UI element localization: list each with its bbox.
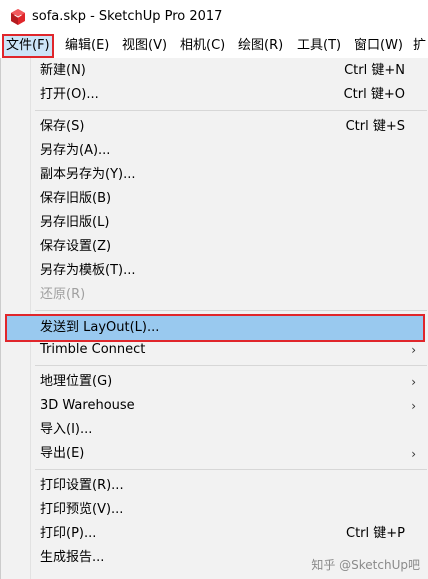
menu-item-label: 打印(P)... [40, 526, 97, 541]
menu-item-trimble-connect[interactable]: Trimble Connect › [1, 338, 428, 362]
menu-edit[interactable]: 编辑(E) [65, 34, 109, 58]
menu-item-revert: 还原(R) [1, 283, 428, 307]
chevron-right-icon: › [411, 375, 416, 389]
menu-draw[interactable]: 绘图(R) [238, 34, 283, 58]
chevron-right-icon: › [411, 447, 416, 461]
window-title: sofa.skp - SketchUp Pro 2017 [32, 9, 223, 24]
menu-item-geo-location[interactable]: 地理位置(G) › [1, 370, 428, 394]
menu-item-shortcut: Ctrl 键+P [346, 526, 405, 541]
menu-item-shortcut: Ctrl 键+N [344, 63, 405, 78]
menu-item-print[interactable]: 打印(P)... Ctrl 键+P [1, 522, 428, 546]
chevron-right-icon: › [411, 399, 416, 413]
menu-item-label: 打印预览(V)... [40, 502, 124, 517]
menu-item-save-settings[interactable]: 保存设置(Z) [1, 235, 428, 259]
menu-item-label: 保存旧版(B) [40, 191, 112, 206]
title-bar: sofa.skp - SketchUp Pro 2017 [0, 0, 428, 34]
menu-item-save[interactable]: 保存(S) Ctrl 键+S [1, 115, 428, 139]
menu-item-shortcut: Ctrl 键+O [343, 87, 405, 102]
menu-item-open[interactable]: 打开(O)... Ctrl 键+O [1, 83, 428, 107]
menu-item-new[interactable]: 新建(N) Ctrl 键+N [1, 59, 428, 83]
menu-separator [35, 110, 427, 111]
menu-item-save-old-version[interactable]: 保存旧版(B) [1, 187, 428, 211]
menu-item-label: 副本另存为(Y)... [40, 167, 136, 182]
menu-item-label: 导入(I)... [40, 422, 93, 437]
menu-item-label: 发送到 LayOut(L)... [40, 320, 160, 335]
menu-item-save-as-old-version[interactable]: 另存旧版(L) [1, 211, 428, 235]
menu-tools[interactable]: 工具(T) [297, 34, 341, 58]
menu-item-label: 导出(E) [40, 446, 85, 461]
file-menu-dropdown: 新建(N) Ctrl 键+N 打开(O)... Ctrl 键+O 保存(S) C… [0, 58, 428, 579]
chevron-right-icon: › [411, 343, 416, 357]
menu-view[interactable]: 视图(V) [122, 34, 167, 58]
sketchup-logo-icon [11, 9, 25, 25]
menu-item-label: 3D Warehouse [40, 398, 135, 413]
menu-window[interactable]: 窗口(W) [354, 34, 403, 58]
menu-item-save-as[interactable]: 另存为(A)... [1, 139, 428, 163]
menu-item-label: 保存设置(Z) [40, 239, 112, 254]
menu-separator [35, 310, 427, 311]
menu-file[interactable]: 文件(F) [2, 34, 54, 58]
menu-item-shortcut: Ctrl 键+S [345, 119, 405, 134]
menu-item-save-as-template[interactable]: 另存为模板(T)... [1, 259, 428, 283]
menu-item-label: 还原(R) [40, 287, 86, 302]
menu-item-label: 保存(S) [40, 119, 85, 134]
menu-item-label: Trimble Connect [40, 342, 146, 357]
menu-item-label: 打印设置(R)... [40, 478, 124, 493]
menu-item-label: 地理位置(G) [40, 374, 113, 389]
menu-item-3d-warehouse[interactable]: 3D Warehouse › [1, 394, 428, 418]
menu-item-label: 新建(N) [40, 63, 86, 78]
menu-separator [35, 365, 427, 366]
watermark: 知乎 @SketchUp吧 [311, 558, 420, 572]
menu-item-label: 生成报告... [40, 550, 105, 565]
menu-item-export[interactable]: 导出(E) › [1, 442, 428, 466]
menu-extensions[interactable]: 扩 [413, 34, 426, 58]
menu-item-label: 打开(O)... [40, 87, 99, 102]
menu-item-save-copy-as[interactable]: 副本另存为(Y)... [1, 163, 428, 187]
menu-bar: 文件(F) 编辑(E) 视图(V) 相机(C) 绘图(R) 工具(T) 窗口(W… [0, 34, 428, 58]
menu-separator [35, 469, 427, 470]
menu-camera[interactable]: 相机(C) [180, 34, 225, 58]
menu-item-print-preview[interactable]: 打印预览(V)... [1, 498, 428, 522]
menu-item-label: 另存为模板(T)... [40, 263, 136, 278]
menu-item-import[interactable]: 导入(I)... [1, 418, 428, 442]
menu-item-label: 另存旧版(L) [40, 215, 110, 230]
menu-item-label: 另存为(A)... [40, 143, 111, 158]
menu-item-print-setup[interactable]: 打印设置(R)... [1, 474, 428, 498]
